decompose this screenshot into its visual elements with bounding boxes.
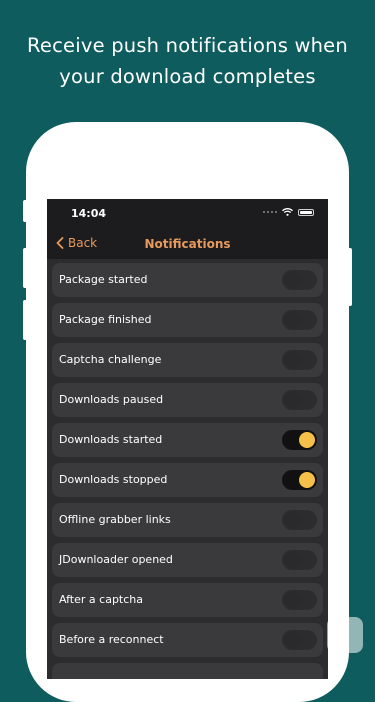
setting-row-captcha-challenge: Captcha challenge <box>52 343 323 377</box>
headline-line-1: Receive push notifications when <box>27 34 348 57</box>
setting-row-downloads-stopped: Downloads stopped <box>52 463 323 497</box>
toggle-downloads-started[interactable] <box>282 430 317 450</box>
watermark-logo-icon <box>327 617 363 653</box>
toggle-knob <box>284 312 300 328</box>
setting-row-after-a-captcha: After a captcha <box>52 583 323 617</box>
setting-label: Package finished <box>59 313 152 326</box>
status-icons <box>263 208 314 216</box>
toggle-package-finished[interactable] <box>282 310 317 330</box>
toggle-knob <box>284 592 300 608</box>
notification-settings-list: Package started Package finished Captcha… <box>47 259 328 679</box>
setting-row-before-a-reconnect: Before a reconnect <box>52 623 323 657</box>
toggle-captcha-challenge[interactable] <box>282 350 317 370</box>
setting-label: Downloads started <box>59 433 163 446</box>
toggle-knob <box>299 472 315 488</box>
setting-row-jdownloader-opened: JDownloader opened <box>52 543 323 577</box>
setting-label: Downloads stopped <box>59 473 168 486</box>
page-title: Notifications <box>144 237 231 251</box>
toggle-package-started[interactable] <box>282 270 317 290</box>
setting-label: Captcha challenge <box>59 353 162 366</box>
phone-side-button <box>23 300 27 340</box>
toggle-knob <box>284 272 300 288</box>
toggle-after-a-captcha[interactable] <box>282 590 317 610</box>
setting-label: Before a reconnect <box>59 633 164 646</box>
promo-headline: Receive push notifications when your dow… <box>0 30 375 92</box>
setting-label: Offline grabber links <box>59 513 171 526</box>
toggle-knob <box>284 392 300 408</box>
signal-icon <box>263 211 277 213</box>
setting-row-downloads-started: Downloads started <box>52 423 323 457</box>
toggle-before-a-reconnect[interactable] <box>282 630 317 650</box>
wifi-icon <box>282 208 293 216</box>
phone-side-button <box>348 248 352 306</box>
setting-row-downloads-paused: Downloads paused <box>52 383 323 417</box>
navigation-bar: Back Notifications <box>47 227 328 259</box>
setting-label: JDownloader opened <box>59 553 173 566</box>
phone-side-button <box>23 200 27 222</box>
toggle-downloads-paused[interactable] <box>282 390 317 410</box>
setting-row-partial <box>52 663 323 679</box>
toggle-knob <box>284 512 300 528</box>
setting-row-package-started: Package started <box>52 263 323 297</box>
battery-icon <box>298 208 314 216</box>
app-screen: 14:04 Back Notifications Package started… <box>47 199 328 679</box>
setting-label: After a captcha <box>59 593 143 606</box>
toggle-downloads-stopped[interactable] <box>282 470 317 490</box>
setting-label: Downloads paused <box>59 393 164 406</box>
setting-row-offline-grabber-links: Offline grabber links <box>52 503 323 537</box>
setting-row-package-finished: Package finished <box>52 303 323 337</box>
status-time: 14:04 <box>71 207 107 220</box>
toggle-jdownloader-opened[interactable] <box>282 550 317 570</box>
toggle-knob <box>299 432 315 448</box>
setting-label: Package started <box>59 273 148 286</box>
phone-side-button <box>23 248 27 288</box>
toggle-offline-grabber-links[interactable] <box>282 510 317 530</box>
headline-line-2: your download completes <box>59 65 316 88</box>
status-bar: 14:04 <box>47 199 328 227</box>
toggle-knob <box>284 632 300 648</box>
toggle-knob <box>284 352 300 368</box>
toggle-knob <box>284 552 300 568</box>
